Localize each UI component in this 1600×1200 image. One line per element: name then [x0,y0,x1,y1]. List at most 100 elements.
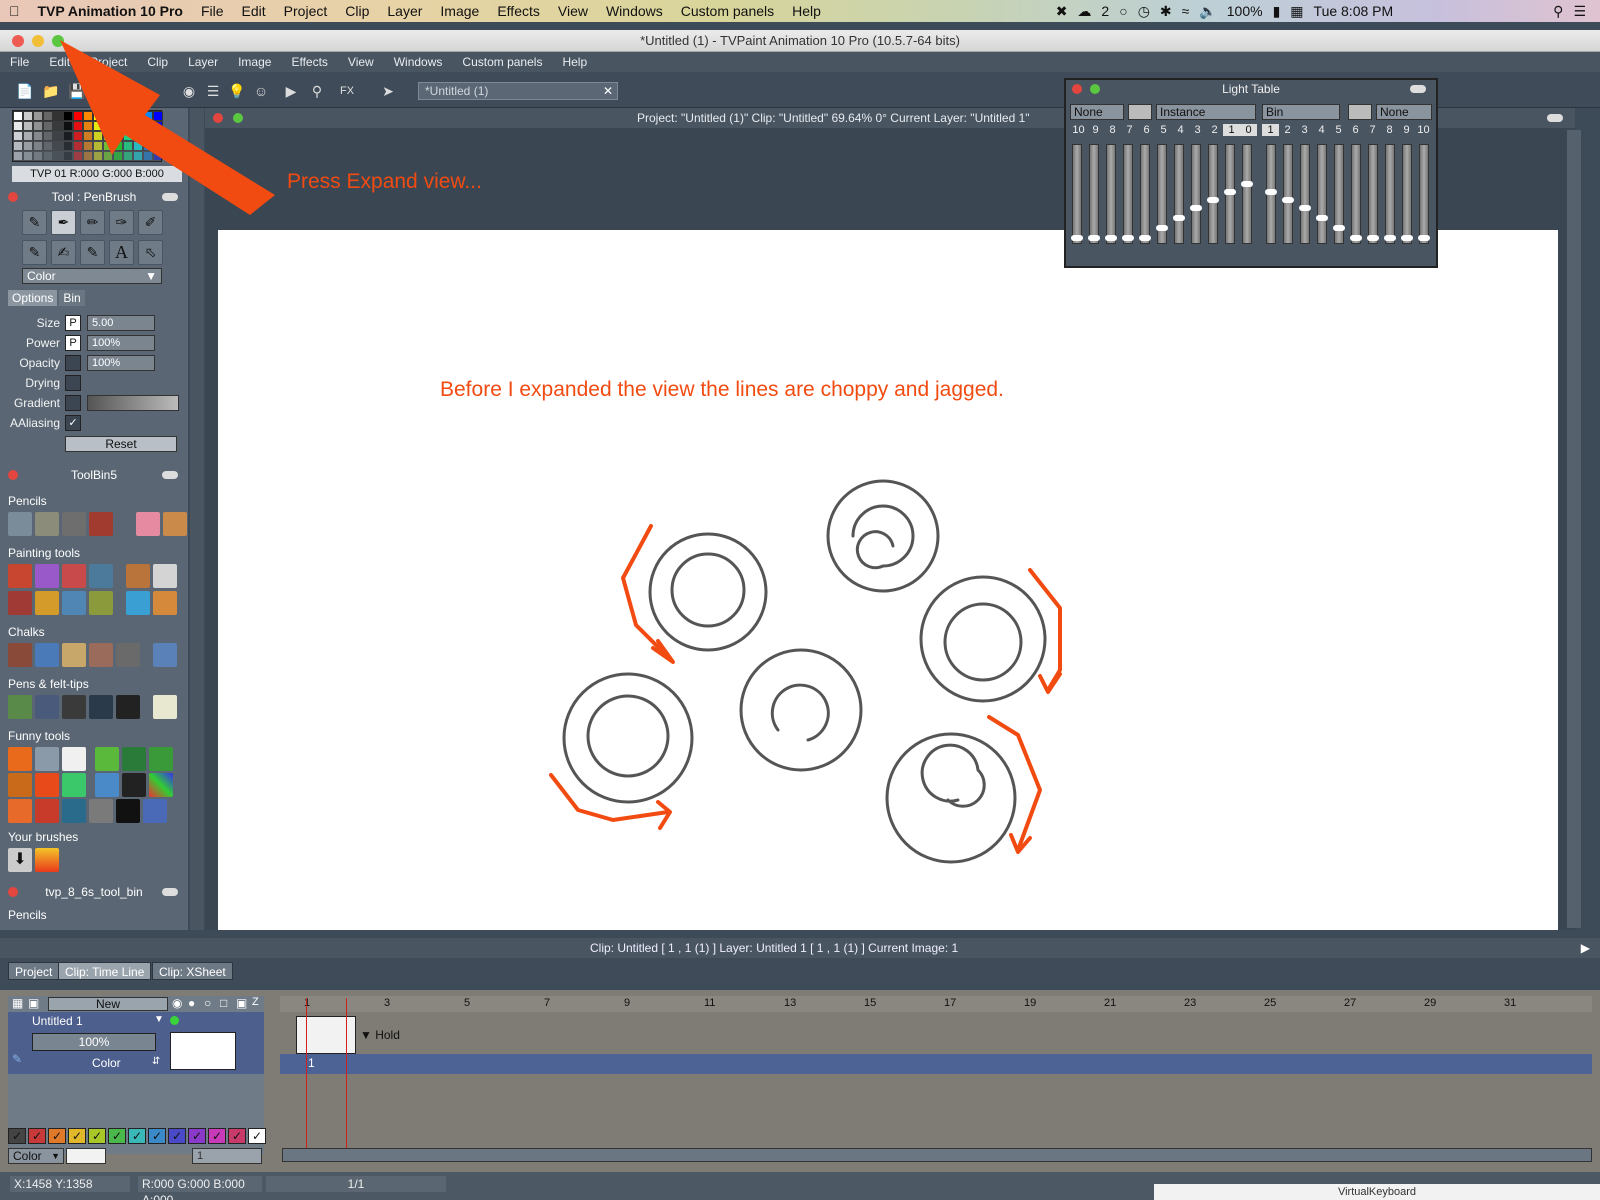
cloud-brush[interactable] [62,747,86,771]
frame-number[interactable]: 31 [1504,997,1516,1009]
pencil-brush-2[interactable] [35,512,59,536]
frame-1-thumbnail[interactable] [296,1016,356,1054]
white-square-icon[interactable]: □ [220,996,227,1010]
slider-knob[interactable] [1139,235,1151,241]
clock[interactable]: Tue 8:08 PM [1314,3,1394,19]
fx-button[interactable]: FX [336,80,358,102]
gradient-checkbox[interactable] [65,395,81,411]
chalk-brush-5[interactable] [116,643,140,667]
new-document-icon[interactable]: 📄 [14,80,36,102]
slider-knob[interactable] [1156,225,1168,231]
light-table-color-1[interactable] [1128,104,1152,120]
z-icon[interactable]: Z [252,996,259,1008]
frame-number[interactable]: 21 [1104,997,1116,1009]
chat-bubble-icon[interactable]: ○ [1119,3,1127,19]
light-icon[interactable]: ○ [204,996,211,1010]
color-swatch[interactable]: ✓ [48,1128,66,1144]
tab-project[interactable]: Project [8,962,60,980]
time-machine-icon[interactable]: ◷ [1138,3,1150,20]
gradient-arrow-brush-icon[interactable] [35,848,59,872]
calendar-icon[interactable]: ▦ [1290,3,1303,20]
slider-knob[interactable] [1173,215,1185,221]
tornado-brush[interactable] [35,747,59,771]
slider-knob[interactable] [1418,235,1430,241]
sponge-brush[interactable] [153,591,177,615]
frame-number[interactable]: 15 [864,997,876,1009]
status-arrow-icon[interactable]: ▶ [1581,938,1590,958]
slider-knob[interactable] [1333,225,1345,231]
close-tab-icon[interactable]: ✕ [603,83,613,99]
frame-number[interactable]: 7 [544,997,550,1009]
close-window-button[interactable] [12,35,24,47]
color-swatch[interactable]: ✓ [28,1128,46,1144]
volume-icon[interactable]: 🔈 [1199,3,1216,20]
color-swatch[interactable]: ✓ [8,1128,26,1144]
light-table-slider[interactable] [1139,144,1151,244]
apple-icon[interactable]:  [0,3,29,19]
mac-menu-help[interactable]: Help [783,3,830,19]
fire-brush[interactable] [8,747,32,771]
mac-menu-image[interactable]: Image [431,3,488,19]
mac-menu-windows[interactable]: Windows [597,3,672,19]
light-table-slider[interactable] [1401,144,1413,244]
color-swatch[interactable]: ✓ [148,1128,166,1144]
menu-windows[interactable]: Windows [384,55,453,69]
paint-brush-9[interactable] [62,591,86,615]
aaliasing-checkbox[interactable]: ✓ [65,415,81,431]
canvas-vertical-scrollbar[interactable] [1567,130,1581,928]
flame-brush[interactable] [35,773,59,797]
notification-center-icon[interactable]: ☰ [1573,3,1586,20]
rain-brush[interactable] [95,773,119,797]
section-chalks[interactable]: Chalks [8,625,45,639]
slider-knob[interactable] [1384,235,1396,241]
tab-clip-timeline[interactable]: Clip: Time Line [58,962,152,980]
menu-custom-panels[interactable]: Custom panels [452,55,552,69]
opacity-pressure-toggle[interactable] [65,355,81,371]
funny-brush-15[interactable] [62,799,86,823]
leaf-brush[interactable] [95,747,119,771]
brush-icon[interactable]: ✎ [22,210,47,235]
light-table-slider[interactable] [1071,144,1083,244]
light-table-slider[interactable] [1265,144,1277,244]
slider-knob[interactable] [1088,235,1100,241]
paint-brush-2[interactable] [35,564,59,588]
palette-swatch[interactable] [23,141,33,151]
slider-knob[interactable] [1282,197,1294,203]
frame-number[interactable]: 27 [1344,997,1356,1009]
slider-knob[interactable] [1350,235,1362,241]
color-swatch[interactable]: ✓ [208,1128,226,1144]
camera-icon[interactable]: ▣ [236,996,247,1010]
text-tool-icon[interactable]: A [109,240,134,265]
paint-brush-7[interactable] [8,591,32,615]
light-table-slider[interactable] [1190,144,1202,244]
frame-number[interactable]: 25 [1264,997,1276,1009]
virtual-keyboard-window[interactable]: VirtualKeyboard [1154,1184,1600,1200]
pencil-brush-1[interactable] [8,512,32,536]
slider-knob[interactable] [1299,205,1311,211]
slider-knob[interactable] [1265,189,1277,195]
cloud-icon[interactable]: ☁ [1077,3,1091,20]
slider-knob[interactable] [1207,197,1219,203]
slider-knob[interactable] [1224,189,1236,195]
close-panel-icon[interactable] [8,192,18,202]
playhead-end[interactable] [346,998,347,1148]
paper-plane-icon[interactable]: ➤ [370,80,406,102]
palette-swatch[interactable] [13,111,23,121]
chalk-brush-3[interactable] [62,643,86,667]
mac-menu-edit[interactable]: Edit [233,3,275,19]
minimize-light-table-icon[interactable] [1410,85,1426,93]
mac-menu-layer[interactable]: Layer [378,3,431,19]
lock-icon[interactable]: ● [188,996,195,1010]
section-pens[interactable]: Pens & felt-tips [8,677,89,691]
palette-swatch[interactable] [13,121,23,131]
light-table-slider[interactable] [1350,144,1362,244]
frame-number[interactable]: 17 [944,997,956,1009]
menu-view[interactable]: View [338,55,384,69]
minimize-window-button[interactable] [32,35,44,47]
pen-brush-4[interactable] [89,695,113,719]
bluetooth-icon[interactable]: ✱ [1160,3,1172,20]
palette-swatch[interactable] [33,151,43,161]
slider-knob[interactable] [1122,235,1134,241]
minimize-second-toolbin-icon[interactable] [162,888,178,896]
size-pressure-toggle[interactable]: P [65,315,81,331]
